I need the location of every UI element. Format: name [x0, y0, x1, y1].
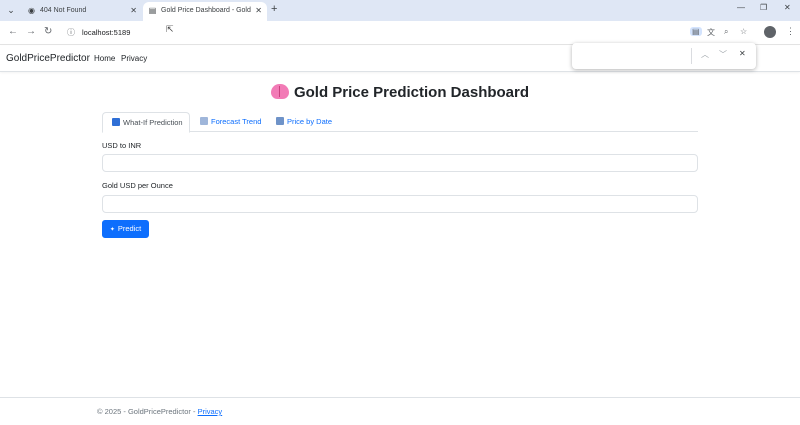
calendar-icon	[276, 117, 284, 125]
mouse-cursor-icon: ⇱	[166, 24, 174, 34]
site-info-icon[interactable]: ⓘ	[67, 27, 75, 38]
footer-copyright: © 2025 - GoldPricePredictor -	[97, 407, 198, 416]
brand-link[interactable]: GoldPricePredictor	[6, 53, 90, 64]
gold-usd-per-ounce-label: Gold USD per Ounce	[102, 181, 173, 190]
usd-to-inr-label: USD to INR	[102, 141, 142, 150]
find-previous-chevron-up-icon[interactable]: ︿	[701, 49, 709, 60]
page-title-text: Gold Price Prediction Dashboard	[293, 84, 530, 101]
chart-icon	[200, 117, 208, 125]
browser-tab-title: Gold Price Dashboard - GoldPr	[161, 7, 251, 14]
browser-tab-dashboard[interactable]: ▤ Gold Price Dashboard - GoldPr ✕	[143, 2, 267, 21]
tab-what-if-prediction[interactable]: What-If Prediction	[102, 112, 190, 133]
browser-tab-title: 404 Not Found	[40, 7, 87, 14]
new-tab-plus-icon[interactable]: +	[271, 3, 277, 15]
tab-label: Price by Date	[287, 117, 333, 126]
predict-button-label: Predict	[117, 224, 142, 233]
url-text[interactable]: localhost:5189	[82, 28, 130, 37]
tab-forecast-trend[interactable]: Forecast Trend	[191, 112, 265, 132]
usd-to-inr-input[interactable]	[102, 154, 698, 172]
tab-label: What-If Prediction	[123, 118, 183, 127]
find-close-icon[interactable]: ✕	[739, 49, 746, 58]
predict-button[interactable]: ✦ Predict	[102, 220, 149, 238]
zoom-icon[interactable]: ⌕	[724, 27, 728, 37]
globe-icon: ◉	[28, 6, 35, 15]
nav-privacy-link[interactable]: Privacy	[121, 54, 147, 63]
menu-kebab-icon[interactable]: ⋮	[786, 26, 795, 37]
prediction-tabs: What-If Prediction Forecast Trend Price …	[102, 112, 698, 133]
page-title: Gold Price Prediction Dashboard	[0, 84, 800, 101]
tab-search-chevron-down-icon[interactable]: ⌄	[5, 4, 17, 16]
brain-icon	[270, 84, 289, 99]
predict-sparkle-icon: ✦	[109, 227, 115, 233]
nav-home-link[interactable]: Home	[94, 54, 115, 63]
window-close-icon[interactable]: ✕	[784, 3, 791, 12]
footer-privacy-link[interactable]: Privacy	[198, 407, 223, 416]
forward-arrow-icon[interactable]: →	[26, 26, 36, 37]
footer-text: © 2025 - GoldPricePredictor - Privacy	[97, 407, 222, 416]
find-input[interactable]	[578, 48, 686, 64]
close-tab-icon[interactable]: ✕	[255, 2, 262, 19]
tab-label: Forecast Trend	[211, 117, 262, 126]
minimize-icon[interactable]: —	[737, 3, 745, 12]
restore-icon[interactable]: ❐	[760, 3, 767, 12]
back-arrow-icon[interactable]: ←	[8, 26, 18, 37]
find-divider	[691, 48, 692, 64]
page-document-icon[interactable]: ▤	[690, 27, 702, 36]
find-bar: ︿ ﹀ ✕	[572, 43, 756, 69]
translate-icon[interactable]: 文	[707, 27, 715, 38]
tab-price-by-date[interactable]: Price by Date	[267, 112, 337, 132]
address-bar: ← → ↻ ⓘ localhost:5189 ▤ 文 ⌕ ☆ ⋮	[0, 21, 800, 45]
gold-usd-per-ounce-input[interactable]	[102, 195, 698, 213]
profile-avatar-icon[interactable]	[764, 26, 776, 38]
browser-tab-404[interactable]: ◉ 404 Not Found ✕	[22, 2, 142, 21]
find-next-chevron-down-icon[interactable]: ﹀	[719, 49, 727, 60]
page-icon: ▤	[148, 6, 157, 15]
calculator-icon	[112, 118, 120, 126]
close-tab-icon[interactable]: ✕	[130, 2, 137, 19]
browser-tabstrip: ⌄ ◉ 404 Not Found ✕ ▤ Gold Price Dashboa…	[0, 0, 800, 21]
site-footer: © 2025 - GoldPricePredictor - Privacy	[0, 397, 800, 425]
bookmark-star-icon[interactable]: ☆	[740, 27, 747, 36]
reload-icon[interactable]: ↻	[44, 26, 52, 37]
